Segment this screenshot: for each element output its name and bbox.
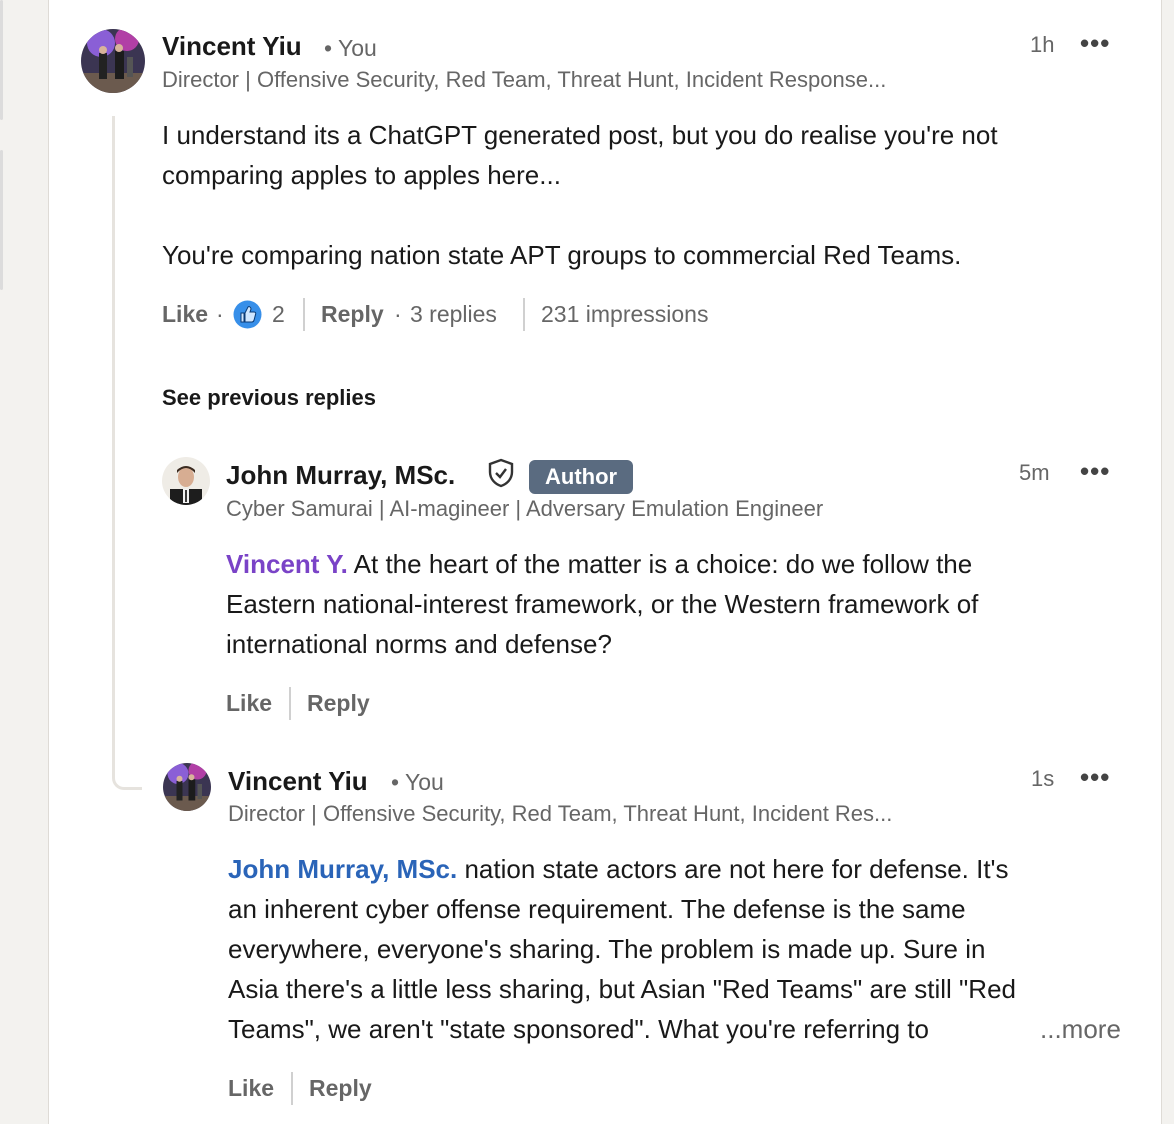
you-label: • You xyxy=(324,35,377,61)
avatar-john-murray[interactable] xyxy=(162,457,210,505)
reply-text-line: Vincent Y. At the heart of the matter is… xyxy=(226,544,972,584)
reply-button[interactable]: Reply xyxy=(321,301,384,328)
left-rail xyxy=(0,0,48,1124)
like-button[interactable]: Like xyxy=(228,1075,274,1102)
mention-john-murray[interactable]: John Murray, MSc. xyxy=(228,854,457,884)
mention-vincent-y[interactable]: Vincent Y. xyxy=(226,549,348,579)
thread-connector xyxy=(112,116,142,790)
avatar-vincent-yiu[interactable] xyxy=(163,763,211,811)
reply-text-line: Teams", we aren't "state sponsored". Wha… xyxy=(228,1014,929,1044)
impressions-count[interactable]: 231 impressions xyxy=(541,301,708,328)
comment-author-name[interactable]: Vincent Yiu xyxy=(162,31,302,62)
action-divider xyxy=(523,298,525,331)
action-divider xyxy=(291,1072,293,1105)
reply-text: At the heart of the matter is a choice: … xyxy=(347,549,973,579)
see-more-link[interactable]: ...more xyxy=(1040,1009,1121,1049)
comment-text-line: comparing apples to apples here... xyxy=(162,160,561,190)
reply-button[interactable]: Reply xyxy=(307,690,370,717)
reply-author-headline: Cyber Samurai | AI-magineer | Adversary … xyxy=(226,496,824,521)
separator-dot: · xyxy=(216,301,224,327)
see-previous-replies-button[interactable]: See previous replies xyxy=(162,385,376,411)
more-options-icon[interactable]: ••• xyxy=(1080,458,1110,484)
replies-count[interactable]: 3 replies xyxy=(410,301,497,328)
you-label: • You xyxy=(391,769,444,795)
action-divider xyxy=(289,687,291,720)
action-divider xyxy=(303,298,305,331)
reaction-count[interactable]: 2 xyxy=(272,301,285,328)
reply-timestamp: 5m xyxy=(1019,460,1050,485)
more-options-icon[interactable]: ••• xyxy=(1080,764,1110,790)
author-badge: Author xyxy=(529,460,634,494)
reply-author-name[interactable]: John Murray, MSc. xyxy=(226,460,455,491)
comment-text-line: You're comparing nation state APT groups… xyxy=(162,240,962,270)
reply-author-name[interactable]: Vincent Yiu xyxy=(228,766,368,797)
thumbs-up-icon[interactable] xyxy=(233,300,262,329)
more-options-icon[interactable]: ••• xyxy=(1080,30,1110,56)
rail-divider xyxy=(0,150,3,290)
reply-text-line: an inherent cyber offense requirement. T… xyxy=(228,894,966,924)
reply-author-headline: Director | Offensive Security, Red Team,… xyxy=(228,801,893,826)
reply-text-line: John Murray, MSc. nation state actors ar… xyxy=(228,849,1009,889)
like-button[interactable]: Like xyxy=(226,690,272,717)
comment-author-headline: Director | Offensive Security, Red Team,… xyxy=(162,67,887,92)
comment-timestamp: 1h xyxy=(1030,32,1055,57)
like-button[interactable]: Like xyxy=(162,301,208,328)
separator-dot: · xyxy=(394,301,402,327)
shield-check-icon xyxy=(486,458,516,488)
comment-text-line: I understand its a ChatGPT generated pos… xyxy=(162,120,998,150)
reply-text: nation state actors are not here for def… xyxy=(457,854,1009,884)
reply-text-line: Asia there's a little less sharing, but … xyxy=(228,974,1016,1004)
reply-text-line: international norms and defense? xyxy=(226,629,612,659)
reply-text-line: everywhere, everyone's sharing. The prob… xyxy=(228,934,986,964)
avatar-vincent-yiu[interactable] xyxy=(81,29,145,93)
reply-timestamp: 1s xyxy=(1031,766,1055,791)
reply-button[interactable]: Reply xyxy=(309,1075,372,1102)
reply-text-line: Eastern national-interest framework, or … xyxy=(226,589,979,619)
rail-divider xyxy=(0,0,3,120)
